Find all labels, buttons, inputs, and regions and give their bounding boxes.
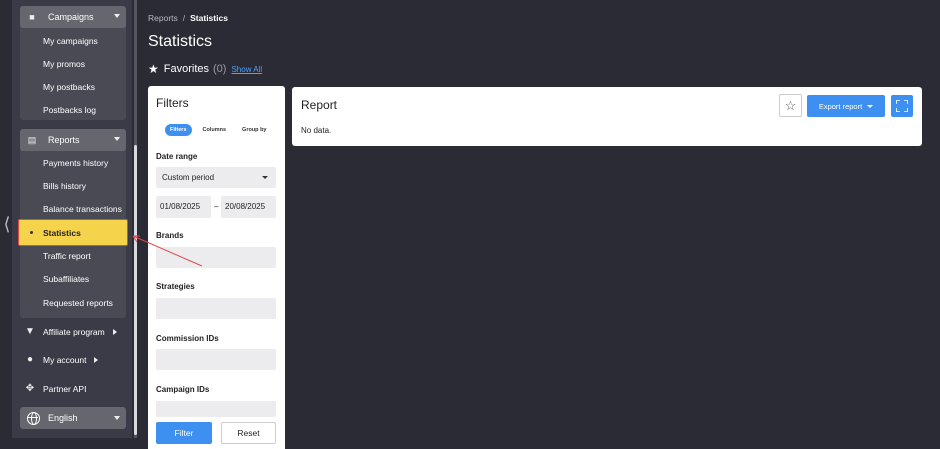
language-select[interactable]: English <box>20 407 126 429</box>
breadcrumb-separator: / <box>182 13 186 23</box>
diamond-icon: ▼ <box>25 326 35 337</box>
sidebar-item-my-promos[interactable]: My promos <box>43 58 85 70</box>
brands-input[interactable] <box>156 247 276 268</box>
star-icon: ★ <box>148 62 159 76</box>
sidebar-item-requested-reports[interactable]: Requested reports <box>43 297 113 309</box>
sidebar-item-postbacks-log[interactable]: Postbacks log <box>43 104 96 116</box>
date-from-input[interactable]: 01/08/2025 <box>156 196 211 218</box>
sidebar-collapse-icon[interactable]: ⟨ <box>2 214 12 234</box>
breadcrumb-current: Statistics <box>190 13 228 23</box>
fullscreen-icon <box>896 100 908 112</box>
sidebar-item-statistics[interactable]: Statistics <box>43 227 81 239</box>
favorites-count: (0) <box>213 63 227 75</box>
campaign-ids-input[interactable] <box>156 401 276 417</box>
chevron-down-icon <box>114 137 120 141</box>
favorites-label: Favorites <box>163 63 210 75</box>
sidebar-item-my-campaigns[interactable]: My campaigns <box>43 35 98 47</box>
sidebar-item-payments-history[interactable]: Payments history <box>43 157 108 169</box>
date-to-input[interactable]: 20/08/2025 <box>221 196 276 218</box>
breadcrumb: Reports / Statistics <box>148 13 228 23</box>
active-dot-icon <box>30 231 33 234</box>
filters-panel: Filters Filters Columns Group by Date ra… <box>148 86 285 449</box>
globe-icon <box>27 411 40 425</box>
sidebar-item-traffic-report[interactable]: Traffic report <box>43 250 91 262</box>
filters-tabs: Filters Columns Group by <box>165 124 272 136</box>
date-range-label: Date range <box>156 152 198 161</box>
no-data-text: No data. <box>301 126 332 135</box>
user-icon: ● <box>26 354 34 365</box>
tab-filters[interactable]: Filters <box>165 124 192 136</box>
sidebar-item-balance-transactions[interactable]: Balance transactions <box>43 203 122 215</box>
commission-ids-label: Commission IDs <box>156 334 219 343</box>
favorites-bar: ★ Favorites (0) Show All <box>148 62 262 76</box>
chevron-down-icon <box>114 416 120 420</box>
sidebar-item-my-account[interactable]: ● My account <box>24 354 99 365</box>
show-all-link[interactable]: Show All <box>231 65 262 74</box>
sidebar-item-partner-api[interactable]: ✥ Partner API <box>24 383 87 394</box>
campaign-ids-label: Campaign IDs <box>156 385 210 394</box>
chevron-right-icon <box>112 328 117 335</box>
chevron-right-icon <box>94 356 99 363</box>
breadcrumb-reports[interactable]: Reports <box>148 13 178 23</box>
sidebar-item-affiliate-program[interactable]: ▼ Affiliate program <box>24 326 117 337</box>
report-title: Report <box>301 98 338 112</box>
sidebar-item-bills-history[interactable]: Bills history <box>43 180 86 192</box>
brands-label: Brands <box>156 231 184 240</box>
filter-button[interactable]: Filter <box>156 422 212 444</box>
strategies-label: Strategies <box>156 282 195 291</box>
clipboard-icon: ▤ <box>27 134 37 145</box>
chevron-down-icon <box>867 104 874 108</box>
sidebar-scrollbar[interactable] <box>134 145 137 435</box>
api-icon: ✥ <box>25 383 35 394</box>
reset-button[interactable]: Reset <box>221 422 276 444</box>
sidebar-item-subaffiliates[interactable]: Subaffiliates <box>43 273 89 285</box>
annotation-arrow <box>132 235 203 267</box>
sidebar-item-my-postbacks[interactable]: My postbacks <box>43 81 95 93</box>
commission-ids-input[interactable] <box>156 349 276 370</box>
fullscreen-button[interactable] <box>891 95 913 117</box>
tab-columns[interactable]: Columns <box>198 124 232 136</box>
sidebar-group-campaigns[interactable]: ■ Campaigns <box>20 6 126 28</box>
period-select[interactable]: Custom period <box>156 167 276 188</box>
briefcase-icon: ■ <box>29 12 35 22</box>
sidebar-group-reports[interactable]: ▤ Reports <box>20 129 126 151</box>
chevron-down-icon <box>114 14 120 18</box>
add-favorite-button[interactable]: ☆ <box>779 94 802 117</box>
export-report-button[interactable]: Export report <box>807 95 885 117</box>
strategies-input[interactable] <box>156 298 276 319</box>
date-separator: – <box>214 202 219 211</box>
report-card: Report No data. ☆ Export report <box>292 87 922 146</box>
chevron-down-icon <box>262 176 268 179</box>
page-title: Statistics <box>148 33 213 50</box>
tab-group-by[interactable]: Group by <box>237 124 271 136</box>
star-outline-icon: ☆ <box>784 98 797 113</box>
filters-title: Filters <box>156 96 189 110</box>
